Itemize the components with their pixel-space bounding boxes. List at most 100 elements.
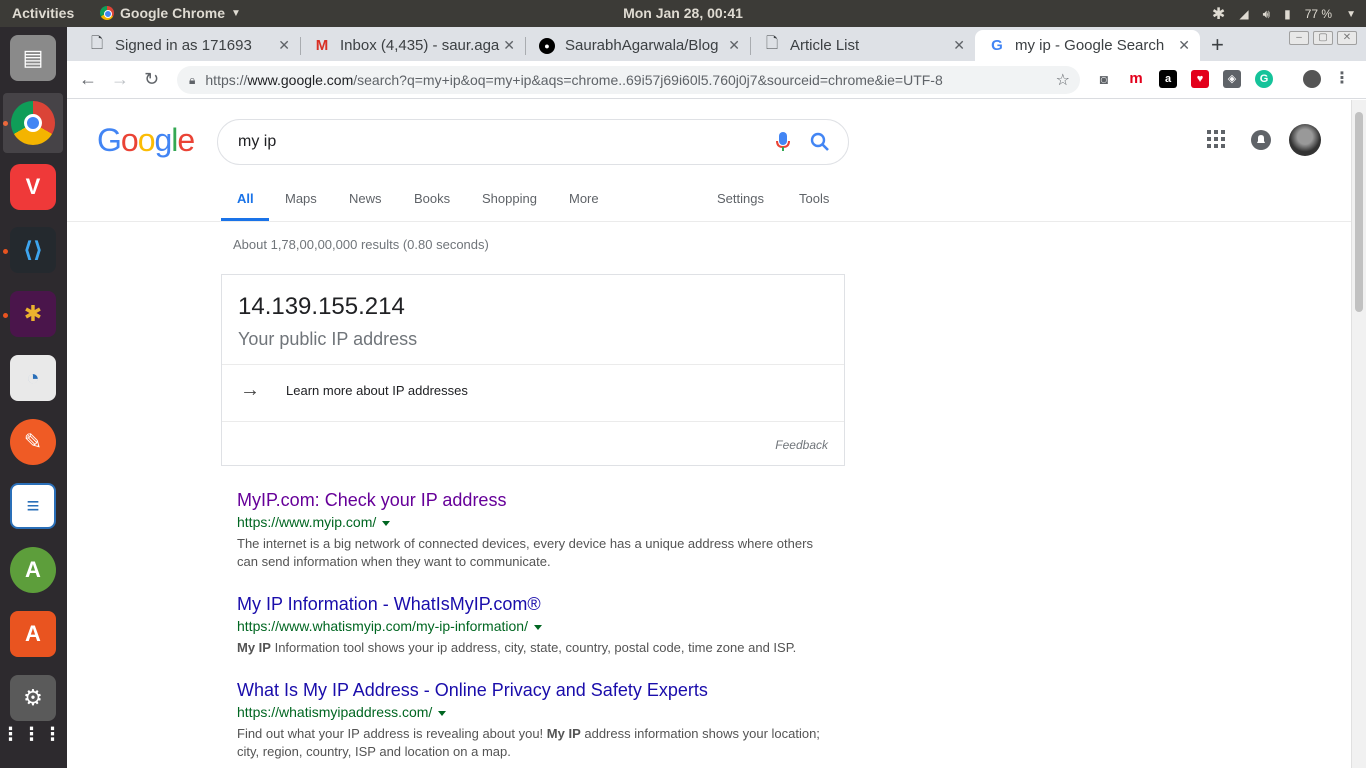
url-text[interactable]: https://www.google.com/search?q=my+ip&oq… — [205, 72, 1045, 88]
search-result: MyIP.com: Check your IP address https://… — [237, 490, 837, 571]
dropdown-arrow-icon[interactable] — [533, 624, 542, 630]
battery-icon[interactable]: ▮ — [1284, 7, 1291, 21]
result-stats: About 1,78,00,00,000 results (0.80 secon… — [233, 237, 489, 252]
profile-avatar[interactable] — [1303, 70, 1321, 88]
result-url[interactable]: https://www.myip.com/ — [237, 514, 837, 530]
tab-settings[interactable]: Settings — [717, 191, 764, 206]
slack-tray-icon[interactable]: ✱ — [1212, 4, 1225, 24]
tab-title: Signed in as 171693 — [115, 37, 252, 54]
learn-more-link[interactable]: Learn more about IP addresses — [286, 383, 468, 398]
arrow-right-icon[interactable]: → — [240, 379, 260, 402]
result-url-text[interactable]: https://www.myip.com/ — [237, 514, 376, 530]
dock: ▤ V ⟨⟩ ✱ ◔ ✎ ≡ A A ⚙ ⋮⋮⋮ — [0, 27, 67, 768]
reload-button[interactable]: ↻ — [144, 69, 159, 90]
ubuntu-software-icon[interactable]: A — [10, 611, 56, 657]
red-extension-icon[interactable]: ♥ — [1191, 70, 1209, 88]
tab-signed-in[interactable]: 🗋︎ Signed in as 171693 ✕ — [75, 30, 300, 61]
tab-maps[interactable]: Maps — [285, 191, 317, 206]
search-result: My IP Information - WhatIsMyIP.com® http… — [237, 594, 837, 657]
window-close-button[interactable]: ✕ — [1337, 31, 1357, 45]
dropdown-arrow-icon[interactable] — [382, 520, 391, 526]
system-tray[interactable]: ✱ ◢ 🔊︎ ▮ 77 % ▼ — [1212, 4, 1356, 24]
tab-books[interactable]: Books — [414, 191, 450, 206]
scrollbar-thumb[interactable] — [1355, 112, 1363, 312]
tab-my-ip[interactable]: G my ip - Google Search ✕ — [975, 30, 1200, 61]
search-input[interactable]: my ip — [217, 119, 849, 165]
notifications-bell-icon[interactable] — [1251, 130, 1271, 155]
back-button[interactable]: ← — [79, 69, 97, 90]
result-title-link[interactable]: What Is My IP Address - Online Privacy a… — [237, 680, 837, 701]
tab-github[interactable]: ● SaurabhAgarwala/Blog ✕ — [525, 30, 750, 61]
show-apps-icon[interactable]: ⋮⋮⋮ — [2, 711, 62, 757]
page-icon: 🗋︎ — [765, 35, 779, 52]
url-host: www.google.com — [247, 72, 354, 88]
result-url-text[interactable]: https://whatismyipaddress.com/ — [237, 704, 432, 720]
card-divider — [222, 364, 844, 365]
microphone-icon[interactable] — [776, 132, 790, 157]
search-icon[interactable] — [810, 132, 830, 157]
tab-strip: 🗋︎ Signed in as 171693 ✕ M Inbox (4,435)… — [67, 27, 1366, 61]
network-icon[interactable]: ◢ — [1239, 7, 1248, 21]
files-icon[interactable]: ▤ — [10, 35, 56, 81]
page-scrollbar[interactable] — [1351, 100, 1366, 768]
close-icon[interactable]: ✕ — [728, 37, 740, 54]
google-logo[interactable]: Google — [97, 122, 195, 159]
libreoffice-writer-icon[interactable]: ≡ — [10, 483, 56, 529]
volume-icon[interactable]: 🔊︎ — [1263, 7, 1271, 22]
clock[interactable]: Mon Jan 28, 00:41 — [0, 5, 1366, 21]
snippet-text: Information tool shows your ip address, … — [270, 640, 797, 655]
battery-percent[interactable]: 77 % — [1305, 7, 1332, 21]
minimize-button[interactable]: – — [1289, 31, 1309, 45]
android-studio-icon[interactable]: A — [10, 547, 56, 593]
grammarly-extension-icon[interactable]: G — [1255, 70, 1273, 88]
vscode-icon[interactable]: ⟨⟩ — [10, 227, 56, 273]
tab-news[interactable]: News — [349, 191, 382, 206]
libreoffice-draw-icon[interactable]: ◔ — [10, 355, 56, 401]
search-query[interactable]: my ip — [238, 133, 276, 151]
camera-extension-icon[interactable]: ◙ — [1095, 70, 1113, 88]
chrome-menu-icon[interactable]: ⋮ — [1333, 70, 1351, 88]
maximize-button[interactable]: ▢ — [1313, 31, 1333, 45]
close-icon[interactable]: ✕ — [503, 37, 515, 54]
close-icon[interactable]: ✕ — [278, 37, 290, 54]
url-scheme: https:// — [205, 72, 248, 88]
keep-extension-icon[interactable]: ◈ — [1223, 70, 1241, 88]
search-results-page: Google my ip All Maps News Books Shoppin… — [67, 100, 1351, 768]
new-tab-button[interactable]: + — [1211, 32, 1224, 58]
result-url-text[interactable]: https://www.whatismyip.com/my-ip-informa… — [237, 618, 528, 634]
m-extension-icon[interactable]: m — [1127, 70, 1145, 88]
lock-icon[interactable]: 🔒︎ — [189, 73, 195, 88]
amazon-extension-icon[interactable]: a — [1159, 70, 1177, 88]
tab-title: Article List — [790, 37, 860, 54]
dropdown-arrow-icon[interactable] — [438, 710, 447, 716]
snippet-bold: My IP — [546, 726, 581, 741]
tab-all[interactable]: All — [237, 191, 254, 206]
result-url[interactable]: https://whatismyipaddress.com/ — [237, 704, 837, 720]
system-top-bar: Activities Google Chrome ▼ Mon Jan 28, 0… — [0, 0, 1366, 27]
apps-grid-icon[interactable] — [1207, 130, 1225, 153]
tab-tools[interactable]: Tools — [799, 191, 829, 206]
close-icon[interactable]: ✕ — [1178, 37, 1190, 54]
close-icon[interactable]: ✕ — [953, 37, 965, 54]
google-icon: G — [991, 37, 1003, 54]
page-icon: 🗋︎ — [90, 35, 104, 52]
chrome-window: 🗋︎ Signed in as 171693 ✕ M Inbox (4,435)… — [67, 27, 1366, 768]
address-bar[interactable]: 🔒︎ https://www.google.com/search?q=my+ip… — [177, 66, 1080, 94]
feedback-link[interactable]: Feedback — [775, 438, 828, 452]
result-title-link[interactable]: My IP Information - WhatIsMyIP.com® — [237, 594, 837, 615]
slack-icon[interactable]: ✱ — [10, 291, 56, 337]
bookmark-star-icon[interactable]: ☆ — [1056, 70, 1070, 90]
chrome-dock-icon[interactable] — [3, 93, 63, 153]
account-avatar[interactable] — [1289, 124, 1321, 156]
tab-title: my ip - Google Search — [1015, 37, 1165, 54]
forward-button[interactable]: → — [111, 69, 129, 90]
tab-shopping[interactable]: Shopping — [482, 191, 537, 206]
result-url[interactable]: https://www.whatismyip.com/my-ip-informa… — [237, 618, 837, 634]
vivaldi-icon[interactable]: V — [10, 164, 56, 210]
chevron-down-icon[interactable]: ▼ — [1346, 9, 1356, 20]
result-title-link[interactable]: MyIP.com: Check your IP address — [237, 490, 837, 511]
tab-article-list[interactable]: 🗋︎ Article List ✕ — [750, 30, 975, 61]
tab-inbox[interactable]: M Inbox (4,435) - saur.agar ✕ — [300, 30, 525, 61]
tab-more[interactable]: More — [569, 191, 599, 206]
postman-icon[interactable]: ✎ — [10, 419, 56, 465]
